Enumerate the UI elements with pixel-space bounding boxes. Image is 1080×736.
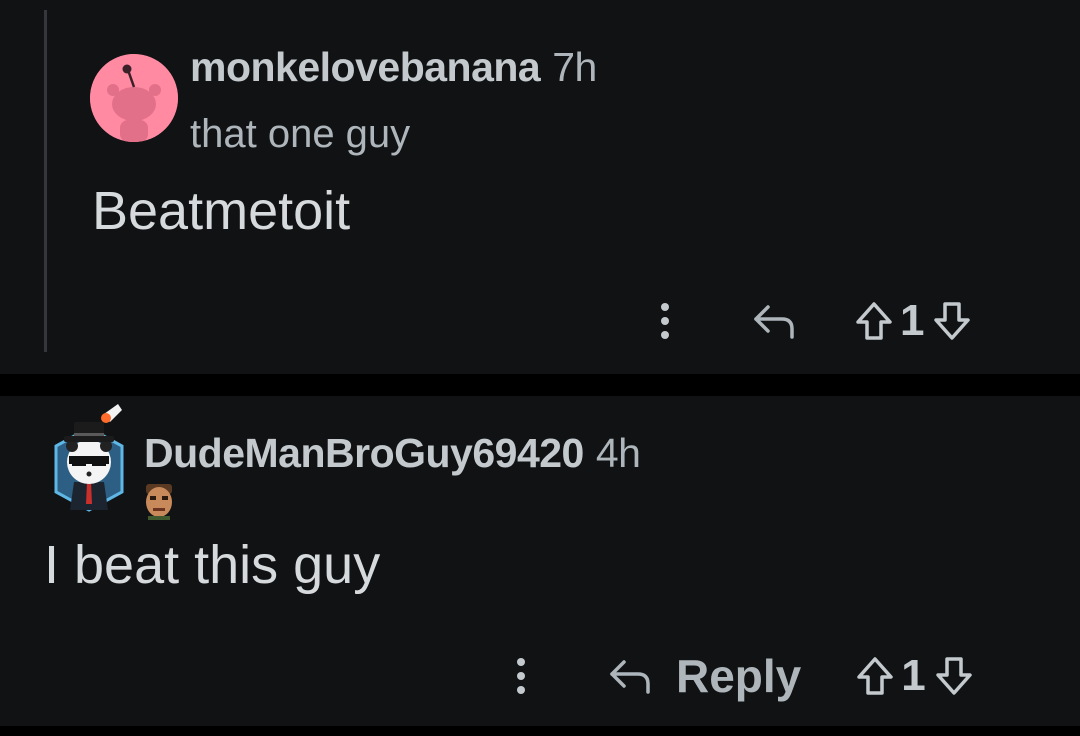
username[interactable]: DudeManBroGuy69420: [144, 430, 584, 476]
reply-icon: [610, 660, 650, 694]
comment-body: Beatmetoit: [92, 181, 351, 241]
vote-count: 1: [901, 651, 926, 700]
comment: DudeManBroGuy694204h I beat this guy Re: [0, 396, 1080, 726]
comment-author[interactable]: DudeManBroGuy69420 4h: [144, 430, 641, 477]
comment-body: I beat this guy: [44, 535, 381, 595]
comment: monkelovebanana 7h that one guy Beatmetoi…: [0, 0, 1080, 374]
thread-line[interactable]: [44, 10, 47, 352]
snoo-avatar-icon: [90, 54, 178, 142]
comment-actions: 1: [650, 296, 972, 346]
comment-actions: Reply 1: [506, 648, 974, 704]
more-options-icon[interactable]: [650, 301, 680, 341]
downvote-icon[interactable]: [932, 300, 972, 342]
username[interactable]: monkelovebanana: [190, 44, 541, 90]
comment-author[interactable]: monkelovebanana 7h: [190, 44, 597, 91]
reply-label: Reply: [676, 650, 802, 702]
upvote-icon[interactable]: [854, 300, 894, 342]
user-flair: [142, 482, 176, 525]
timestamp: 4h: [595, 430, 641, 476]
user-flair: that one guy: [190, 112, 411, 156]
panda-hat-avatar-icon: [54, 404, 124, 512]
timestamp: 7h: [552, 44, 597, 90]
user-avatar[interactable]: [52, 400, 126, 512]
user-avatar[interactable]: [90, 54, 178, 142]
doom-face-icon: [146, 484, 172, 520]
vote-count: 1: [900, 296, 925, 345]
upvote-icon[interactable]: [855, 655, 895, 697]
reply-button[interactable]: Reply: [608, 649, 801, 703]
downvote-icon[interactable]: [934, 655, 974, 697]
reply-icon[interactable]: [752, 301, 798, 341]
more-options-icon[interactable]: [506, 656, 536, 696]
